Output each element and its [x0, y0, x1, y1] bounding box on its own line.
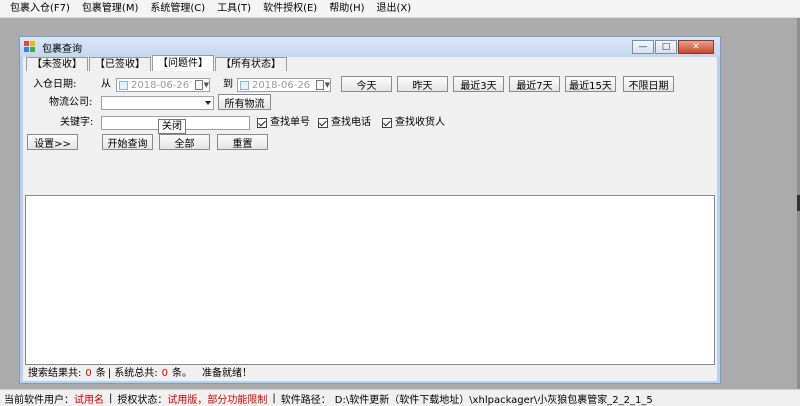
user-value: 试用名 — [74, 394, 104, 406]
chevron-down-icon — [205, 101, 211, 105]
yesterday-button[interactable]: 昨天 — [397, 76, 448, 92]
path-value: D:\软件更新（软件下载地址）\xhlpackager\小灰狼包裹管家_2_2_… — [334, 394, 653, 406]
result-total-label: 搜索结果共: — [28, 368, 82, 379]
start-query-button[interactable]: 开始查询 — [102, 134, 153, 150]
all-button[interactable]: 全部 — [159, 134, 210, 150]
user-label: 当前软件用户： — [4, 394, 74, 406]
app-icon — [24, 41, 36, 53]
find-recipient-label: 查找收货人 — [395, 117, 445, 128]
tab-problem[interactable]: 【问题件】 — [152, 55, 214, 71]
menu-exit[interactable]: 退出(X) — [371, 0, 418, 18]
find-phone-label: 查找电话 — [331, 117, 371, 128]
menu-license[interactable]: 软件授权(E) — [257, 0, 323, 18]
calendar-dropdown-icon[interactable]: ▼ — [195, 79, 209, 91]
logistics-select[interactable] — [101, 96, 214, 110]
results-grid[interactable] — [25, 195, 715, 365]
today-button[interactable]: 今天 — [341, 76, 392, 92]
menu-bar: 包裹入仓(F7) 包裹管理(M) 系统管理(C) 工具(T) 软件授权(E) 帮… — [0, 0, 800, 18]
checkbox-checked-icon[interactable] — [382, 118, 392, 128]
logistics-label: 物流公司: — [49, 97, 93, 108]
window-client: 【未签收】 【已签收】 【问题件】 【所有状态】 入仓日期: 从 2018-06… — [23, 55, 717, 381]
system-unit: 条。 — [172, 368, 193, 379]
status-tabs: 【未签收】 【已签收】 【问题件】 【所有状态】 — [26, 55, 288, 71]
window-titlebar[interactable]: 包裹查询 — □ ✕ — [20, 37, 720, 57]
menu-help[interactable]: 帮助(H) — [323, 0, 370, 18]
window-title: 包裹查询 — [42, 43, 82, 55]
last-15-days-button[interactable]: 最近15天 — [565, 76, 616, 92]
all-logistics-button[interactable]: 所有物流 — [218, 94, 271, 110]
maximize-button[interactable]: □ — [655, 40, 677, 54]
menu-system-manage[interactable]: 系统管理(C) — [144, 0, 211, 18]
tab-signed[interactable]: 【已签收】 — [89, 57, 151, 71]
to-date-checkbox[interactable] — [240, 80, 249, 90]
auth-value: 试用版，部分功能限制 — [167, 394, 268, 406]
menu-package-manage[interactable]: 包裹管理(M) — [76, 0, 144, 18]
system-total-label: | 系统总共: — [107, 368, 158, 379]
find-recipient-checkbox[interactable]: 查找收货人 — [382, 116, 445, 130]
to-date-picker[interactable]: 2018-06-26 ▼ — [237, 78, 331, 92]
find-phone-checkbox[interactable]: 查找电话 — [318, 116, 371, 130]
result-total-count: 0 — [85, 368, 92, 379]
ready-text: 准备就绪！ — [202, 368, 253, 379]
to-label: 到 — [223, 79, 233, 90]
settings-button[interactable]: 设置>> — [27, 134, 78, 150]
calendar-dropdown-icon[interactable]: ▼ — [316, 79, 330, 91]
reset-button[interactable]: 重置 — [217, 134, 268, 150]
system-total-count: 0 — [161, 368, 169, 379]
find-tracking-checkbox[interactable]: 查找单号 — [257, 116, 310, 130]
checkbox-checked-icon[interactable] — [257, 118, 267, 128]
last-7-days-button[interactable]: 最近7天 — [509, 76, 560, 92]
result-unit: 条 — [95, 368, 106, 379]
auth-label: 授权状态： — [117, 394, 168, 406]
menu-package-inbound[interactable]: 包裹入仓(F7) — [4, 0, 76, 18]
minimize-button[interactable]: — — [632, 40, 654, 54]
status-bar: 当前软件用户： 试用名 | 授权状态： 试用版，部分功能限制 | 软件路径： D… — [0, 389, 800, 406]
date-label: 入仓日期: — [33, 79, 77, 90]
separator: | — [109, 392, 113, 404]
no-date-limit-button[interactable]: 不限日期 — [623, 76, 674, 92]
separator: | — [272, 392, 276, 404]
from-date-picker[interactable]: 2018-06-26 ▼ — [116, 78, 210, 92]
path-label: 软件路径： — [280, 394, 331, 406]
from-date-value: 2018-06-26 — [131, 79, 190, 91]
close-button[interactable]: ✕ — [678, 40, 714, 54]
checkbox-checked-icon[interactable] — [318, 118, 328, 128]
result-status-line: 搜索结果共: 0 条 | 系统总共: 0 条。 准备就绪！ — [28, 368, 252, 380]
tab-all-status[interactable]: 【所有状态】 — [215, 57, 287, 71]
find-tracking-label: 查找单号 — [270, 117, 310, 128]
from-label: 从 — [101, 79, 111, 90]
tooltip: 关闭 — [158, 119, 186, 134]
tab-unsigned[interactable]: 【未签收】 — [26, 57, 88, 71]
package-query-window: 包裹查询 — □ ✕ 【未签收】 【已签收】 【问题件】 【所有状态】 入仓日期… — [19, 36, 721, 384]
keyword-label: 关键字: — [60, 117, 94, 128]
last-3-days-button[interactable]: 最近3天 — [453, 76, 504, 92]
menu-tools[interactable]: 工具(T) — [211, 0, 257, 18]
to-date-value: 2018-06-26 — [252, 79, 311, 91]
from-date-checkbox[interactable] — [119, 80, 128, 90]
